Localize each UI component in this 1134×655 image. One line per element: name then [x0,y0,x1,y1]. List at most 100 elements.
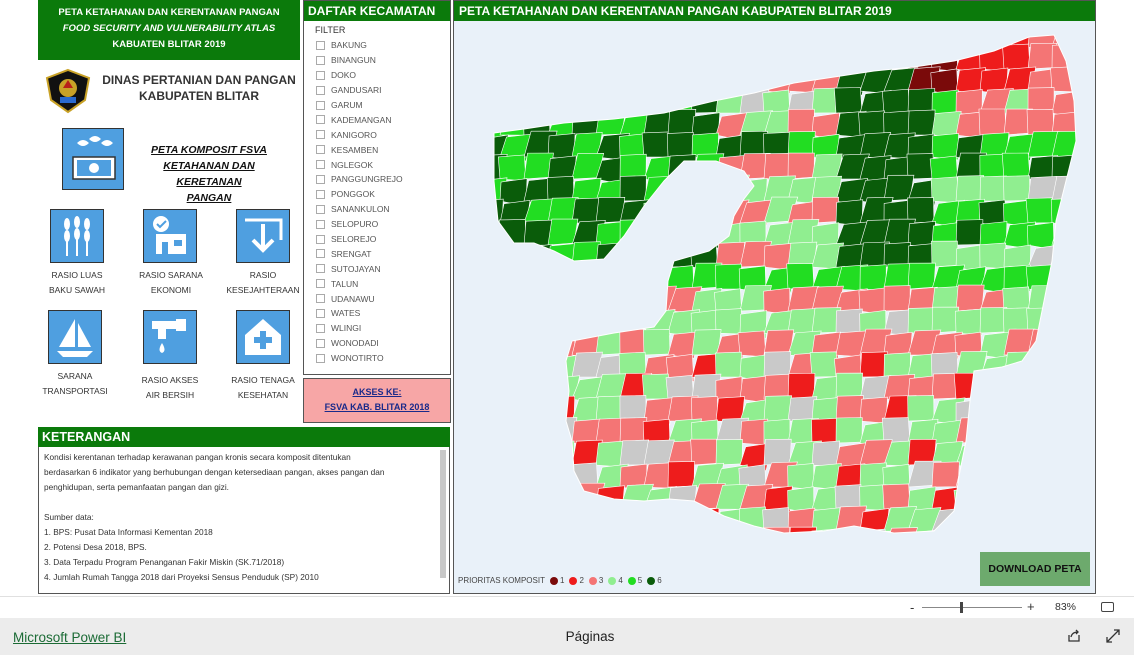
zoom-slider-thumb[interactable] [960,602,963,613]
village-area[interactable] [907,23,935,51]
kecamatan-item[interactable]: WONODADI [304,336,450,351]
village-area[interactable] [643,23,674,50]
village-area[interactable] [883,352,911,379]
village-area[interactable] [1051,243,1083,271]
village-area[interactable] [642,243,671,273]
village-area[interactable] [1075,43,1095,70]
village-area[interactable] [979,486,1012,516]
village-area[interactable] [619,24,647,51]
checkbox[interactable] [316,145,325,155]
village-area[interactable] [1027,351,1055,378]
village-area[interactable] [1051,419,1084,447]
village-area[interactable] [1073,462,1095,489]
village-area[interactable] [931,528,963,555]
akses-fsva-2018-link[interactable]: AKSES KE: FSVA KAB. BLITAR 2018 [303,378,451,423]
checkbox[interactable] [316,323,325,333]
kecamatan-item[interactable]: SANANKULON [304,202,450,217]
village-area[interactable] [667,198,702,225]
checkbox[interactable] [316,308,325,318]
village-area[interactable] [1051,262,1083,290]
fit-to-page-icon[interactable] [1101,602,1114,612]
village-area[interactable] [476,87,508,114]
village-area[interactable] [499,263,527,290]
checkbox[interactable] [316,353,325,363]
village-area[interactable] [523,307,559,334]
village-area[interactable] [979,420,1011,449]
village-area[interactable] [523,43,551,70]
village-area[interactable] [619,395,647,422]
village-area[interactable] [859,351,888,378]
village-area[interactable] [476,376,508,405]
wheat-icon-button[interactable] [50,209,104,263]
village-area[interactable] [547,264,576,292]
village-area[interactable] [666,220,695,247]
village-area[interactable] [1075,285,1095,312]
fsva-composite-button[interactable] [62,128,124,190]
village-area[interactable] [1027,484,1062,512]
village-area[interactable] [547,440,575,468]
village-area[interactable] [617,43,647,70]
village-area[interactable] [523,21,554,48]
village-area[interactable] [884,549,915,575]
village-area[interactable] [476,23,506,50]
village-area[interactable] [883,23,918,50]
map-districts[interactable] [474,21,1095,580]
checkbox[interactable] [316,55,325,65]
kecamatan-item[interactable]: WONOTIRTO [304,351,450,366]
village-area[interactable] [691,329,722,356]
village-area[interactable] [691,21,727,48]
village-area[interactable] [667,461,695,488]
village-area[interactable] [523,417,557,444]
kecamatan-item[interactable]: SRENGAT [304,246,450,261]
zoom-slider-track[interactable] [922,607,1022,608]
village-area[interactable] [476,331,508,360]
zoom-in-button[interactable]: + [1027,599,1035,614]
village-area[interactable] [1075,439,1095,466]
village-area[interactable] [763,438,792,466]
village-area[interactable] [499,484,531,512]
village-area[interactable] [1050,66,1078,93]
pages-button[interactable]: Páginas [540,629,640,644]
village-area[interactable] [571,241,601,268]
village-area[interactable] [881,417,911,444]
village-area[interactable] [788,550,822,575]
village-area[interactable] [548,549,577,575]
village-area[interactable] [595,288,623,318]
checkbox[interactable] [316,279,325,289]
village-area[interactable] [859,264,887,291]
village-area[interactable] [1003,483,1037,510]
village-area[interactable] [595,196,626,224]
village-area[interactable] [787,108,815,136]
checkbox[interactable] [316,219,325,229]
village-area[interactable] [1003,464,1034,493]
village-area[interactable] [572,550,601,575]
village-area[interactable] [1075,67,1095,95]
village-area[interactable] [739,44,775,71]
kecamatan-item[interactable]: GARUM [304,98,450,113]
kecamatan-item[interactable]: WLINGI [304,321,450,336]
kecamatan-item[interactable]: TALUN [304,276,450,291]
village-area[interactable] [571,262,607,290]
village-area[interactable] [523,372,551,400]
village-area[interactable] [668,551,694,577]
village-area[interactable] [667,21,695,48]
village-area[interactable] [643,529,677,557]
village-area[interactable] [763,25,791,54]
village-area[interactable] [571,530,604,559]
checkbox[interactable] [316,160,325,170]
village-area[interactable] [955,506,983,533]
village-area[interactable] [1051,374,1085,401]
village-area[interactable] [667,485,697,513]
village-area[interactable] [1001,152,1031,180]
village-area[interactable] [667,505,697,532]
village-area[interactable] [499,331,527,359]
checkbox[interactable] [316,70,325,80]
village-area[interactable] [979,528,1013,555]
village-area[interactable] [931,24,961,52]
village-area[interactable] [476,242,508,270]
village-area[interactable] [595,505,623,532]
village-area[interactable] [858,528,887,555]
village-area[interactable] [787,46,821,75]
village-area[interactable] [521,484,551,511]
village-area[interactable] [474,461,503,488]
